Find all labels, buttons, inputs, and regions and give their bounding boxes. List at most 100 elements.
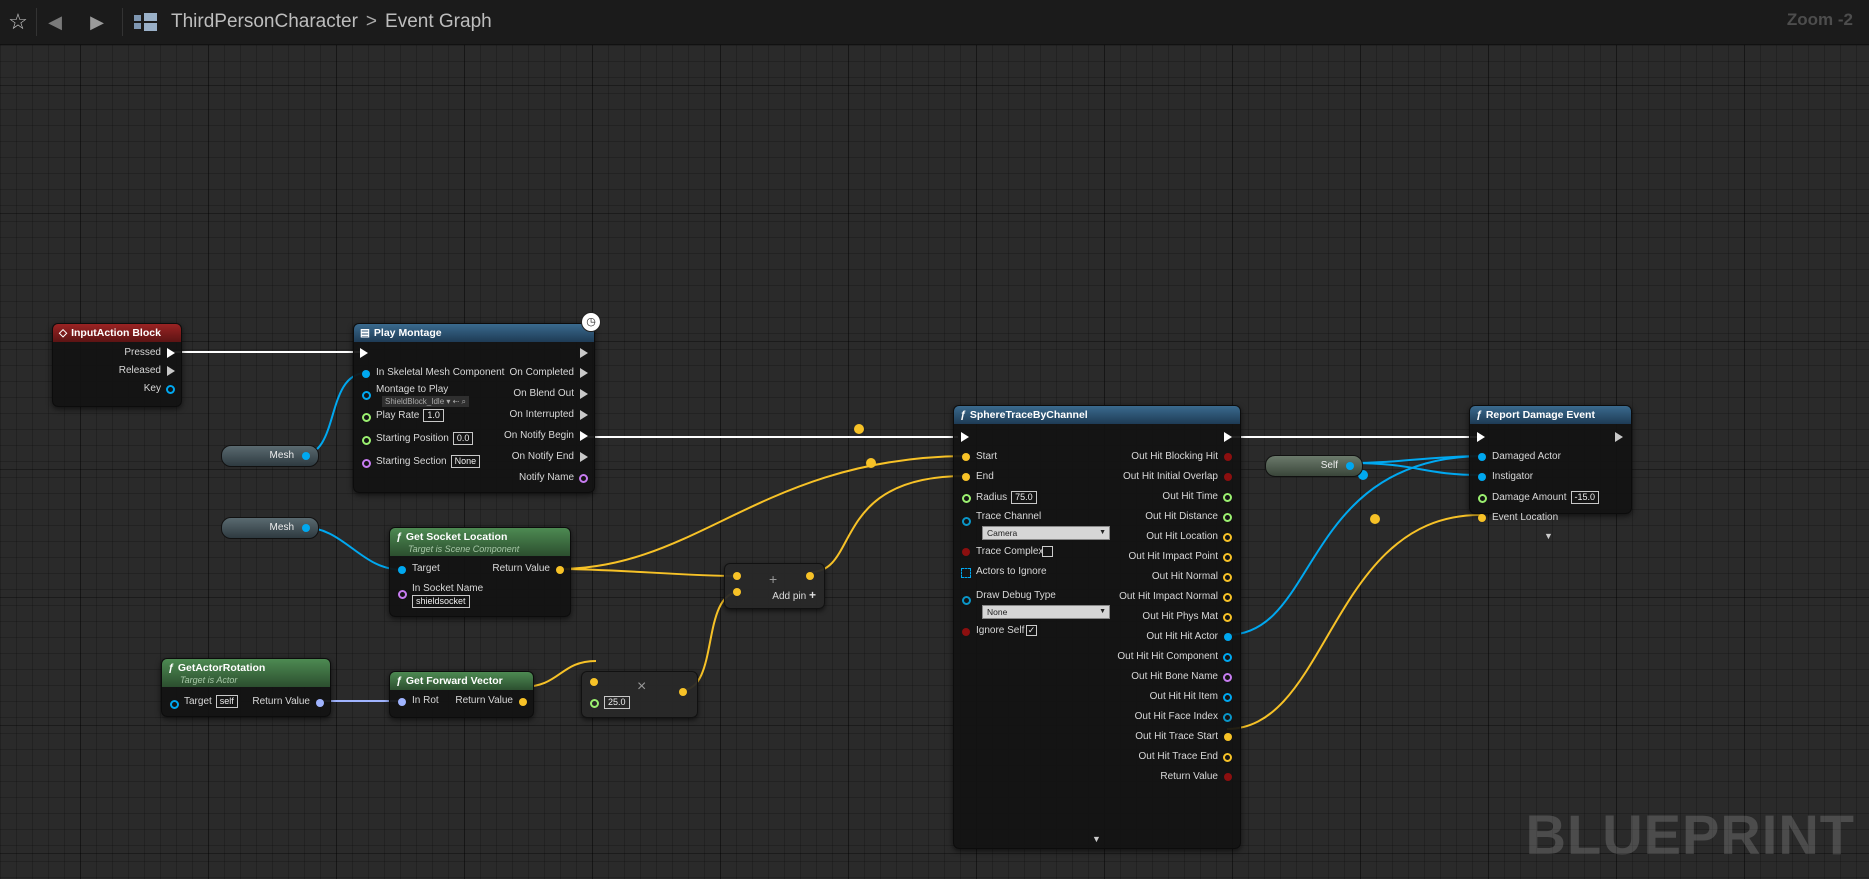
exec-out-pin[interactable] xyxy=(1224,432,1232,442)
exec-out-pin[interactable] xyxy=(580,348,588,358)
self-reference-node[interactable]: Self xyxy=(1265,455,1363,477)
graph-canvas[interactable]: ◇ InputAction Block Pressed Released Key … xyxy=(0,45,1869,879)
output-pin[interactable] xyxy=(1223,713,1232,722)
name-pin[interactable] xyxy=(398,590,407,599)
get-actor-rotation-node[interactable]: ƒ GetActorRotation Target is Actor Target s… xyxy=(161,658,331,717)
bool-pin[interactable] xyxy=(962,628,970,636)
output-pin[interactable] xyxy=(1223,753,1232,762)
output-pin[interactable] xyxy=(1224,633,1232,641)
key-pin[interactable] xyxy=(166,385,175,394)
sphere-trace-by-channel-node[interactable]: ƒ SphereTraceByChannel Start End Radius 75… xyxy=(953,405,1241,849)
exec-out-pin[interactable] xyxy=(1615,432,1623,442)
forward-arrow-icon[interactable]: ▶ xyxy=(86,9,108,35)
output-pin[interactable] xyxy=(1223,673,1232,682)
report-damage-event-node[interactable]: ƒ Report Damage Event Damaged Actor Insti… xyxy=(1469,405,1632,541)
output-pin[interactable] xyxy=(1223,553,1232,562)
output-pin[interactable] xyxy=(1223,513,1232,522)
object-pin[interactable] xyxy=(362,391,371,400)
output-pin[interactable] xyxy=(1223,493,1232,502)
object-pin[interactable] xyxy=(302,452,310,460)
float-pin[interactable] xyxy=(590,699,599,708)
object-pin[interactable] xyxy=(302,524,310,532)
float-pin[interactable] xyxy=(962,494,971,503)
output-pin[interactable] xyxy=(1223,653,1232,662)
enum-pin[interactable] xyxy=(962,596,971,605)
output-pin[interactable] xyxy=(1223,613,1232,622)
vector-pin[interactable] xyxy=(519,698,527,706)
float-pin[interactable] xyxy=(362,436,371,445)
vector-pin[interactable] xyxy=(733,588,741,596)
exec-in-pin[interactable] xyxy=(961,432,969,442)
rotator-pin[interactable] xyxy=(316,699,324,707)
mesh-variable-node[interactable]: Mesh xyxy=(221,517,319,539)
exec-pin[interactable] xyxy=(167,348,175,358)
draw-debug-dropdown[interactable]: None xyxy=(982,605,1110,619)
output-pin[interactable] xyxy=(1224,453,1232,461)
expand-arrow-icon[interactable]: ▼ xyxy=(1092,834,1101,844)
socket-name-input[interactable]: shieldsocket xyxy=(412,595,470,608)
object-pin[interactable] xyxy=(170,700,179,709)
get-forward-vector-node[interactable]: ƒ Get Forward Vector In Rot Return Value xyxy=(389,671,534,718)
exec-pin[interactable] xyxy=(580,410,588,420)
vector-pin[interactable] xyxy=(590,678,598,686)
favorite-star-icon[interactable]: ☆ xyxy=(6,9,30,35)
montage-asset-picker[interactable]: ShieldBlock_Idle ▾ ⇠ ⌕ xyxy=(382,396,470,407)
exec-pin[interactable] xyxy=(167,366,175,376)
exec-pin[interactable] xyxy=(580,431,588,441)
multiply-value-input[interactable]: 25.0 xyxy=(604,696,630,709)
add-node[interactable]: + Add pin + xyxy=(724,563,825,609)
vector-pin[interactable] xyxy=(962,453,970,461)
output-pin[interactable] xyxy=(1223,693,1232,702)
play-montage-node[interactable]: ▤ Play Montage ◷ In Skeletal Mesh Compone… xyxy=(353,312,601,493)
exec-in-pin[interactable] xyxy=(1477,432,1485,442)
output-pin[interactable] xyxy=(1224,733,1232,741)
rotator-pin[interactable] xyxy=(398,698,406,706)
target-input[interactable]: self xyxy=(215,695,238,708)
mesh-variable-node[interactable]: Mesh xyxy=(221,445,319,467)
exec-pin[interactable] xyxy=(580,452,588,462)
play-rate-input[interactable]: 1.0 xyxy=(423,409,444,422)
damage-amount-input[interactable]: -15.0 xyxy=(1570,491,1600,504)
expand-arrow-icon[interactable]: ▼ xyxy=(1544,531,1553,541)
trace-complex-checkbox[interactable] xyxy=(1042,546,1053,557)
float-pin[interactable] xyxy=(1478,494,1487,503)
radius-input[interactable]: 75.0 xyxy=(1011,491,1037,504)
start-section-input[interactable]: None xyxy=(450,455,481,468)
exec-pin[interactable] xyxy=(580,389,588,399)
back-arrow-icon[interactable]: ◀ xyxy=(44,9,66,35)
vector-pin[interactable] xyxy=(962,473,970,481)
vector-pin[interactable] xyxy=(733,572,741,580)
pin-label: Radius 75.0 xyxy=(976,491,1037,505)
output-pin[interactable] xyxy=(1224,773,1232,781)
vector-pin[interactable] xyxy=(556,566,564,574)
input-action-block-node[interactable]: ◇ InputAction Block Pressed Released Key xyxy=(52,323,182,407)
exec-in-pin[interactable] xyxy=(360,348,368,358)
array-pin[interactable] xyxy=(961,568,971,578)
object-pin[interactable] xyxy=(398,566,406,574)
trace-channel-dropdown[interactable]: Camera xyxy=(982,526,1110,540)
add-pin-button[interactable]: Add pin + xyxy=(772,588,816,604)
vector-pin[interactable] xyxy=(806,572,814,580)
object-pin[interactable] xyxy=(1478,453,1486,461)
ignore-self-checkbox[interactable]: ✓ xyxy=(1026,625,1037,636)
output-pin[interactable] xyxy=(1223,593,1232,602)
name-pin[interactable] xyxy=(579,474,588,483)
get-socket-location-node[interactable]: ƒ Get Socket Location Target is Scene Comp… xyxy=(389,527,571,617)
bool-pin[interactable] xyxy=(962,548,970,556)
output-pin[interactable] xyxy=(1223,533,1232,542)
breadcrumb-blueprint[interactable]: ThirdPersonCharacter xyxy=(171,11,358,32)
breadcrumb-graph[interactable]: Event Graph xyxy=(385,11,492,32)
output-pin[interactable] xyxy=(1223,573,1232,582)
object-pin[interactable] xyxy=(362,370,370,378)
exec-pin[interactable] xyxy=(580,368,588,378)
name-pin[interactable] xyxy=(362,459,371,468)
float-pin[interactable] xyxy=(362,413,371,422)
object-pin[interactable] xyxy=(1346,462,1354,470)
output-pin[interactable] xyxy=(1224,473,1232,481)
object-pin[interactable] xyxy=(1478,473,1486,481)
enum-pin[interactable] xyxy=(962,517,971,526)
multiply-node[interactable]: 25.0 × xyxy=(581,671,698,718)
vector-pin[interactable] xyxy=(1478,514,1486,522)
start-pos-input[interactable]: 0.0 xyxy=(452,432,474,445)
vector-pin[interactable] xyxy=(679,688,687,696)
